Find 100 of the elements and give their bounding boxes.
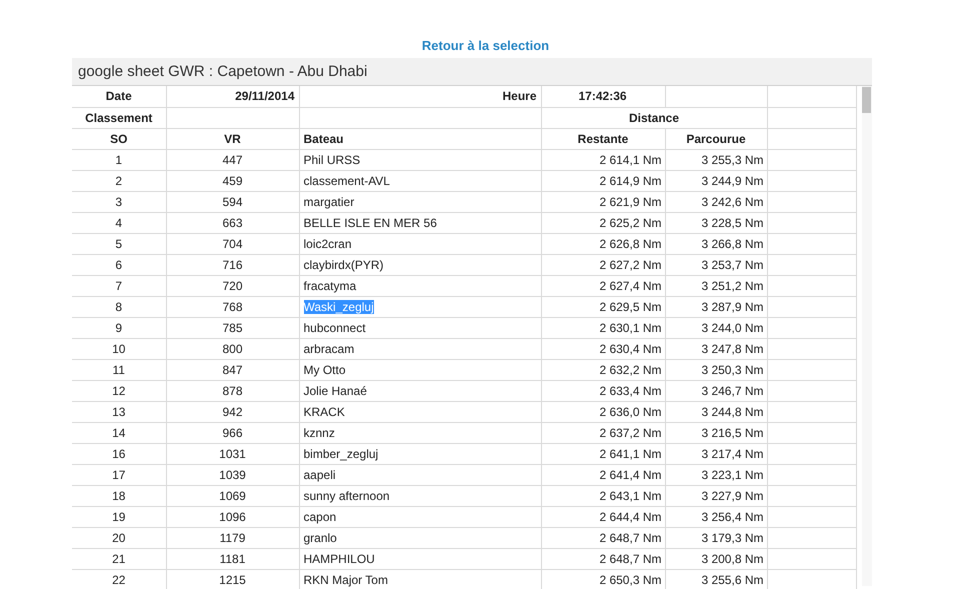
table-cell: 18 — [72, 485, 166, 506]
table-cell: 3 255,3 Nm — [665, 149, 767, 170]
table-cell: 2 636,0 Nm — [541, 401, 665, 422]
table-cell: 3 179,3 Nm — [665, 527, 767, 548]
boat-name: kznnz — [304, 426, 335, 440]
table-cell: 1039 — [166, 464, 299, 485]
table-cell: 2 627,4 Nm — [541, 275, 665, 296]
table-cell: 3 244,8 Nm — [665, 401, 767, 422]
table-cell: 17 — [72, 464, 166, 485]
table-cell: 3 223,1 Nm — [665, 464, 767, 485]
back-link[interactable]: Retour à la selection — [422, 36, 550, 56]
table-cell: 768 — [166, 296, 299, 317]
table-cell: 3 255,6 Nm — [665, 569, 767, 589]
table-cell: 847 — [166, 359, 299, 380]
table-cell: 2 627,2 Nm — [541, 254, 665, 275]
table-cell: 878 — [166, 380, 299, 401]
table-cell: 6 — [72, 254, 166, 275]
table-cell: 2 614,1 Nm — [541, 149, 665, 170]
table-cell: 10 — [72, 338, 166, 359]
table-cell: 17:42:36 — [541, 86, 665, 107]
table-cell: 2 648,7 Nm — [541, 548, 665, 569]
table-cell: 2 — [72, 170, 166, 191]
boat-name: claybirdx(PYR) — [304, 258, 384, 272]
boat-name: HAMPHILOU — [304, 552, 375, 566]
table-cell: 3 266,8 Nm — [665, 233, 767, 254]
boat-name: BELLE ISLE EN MER 56 — [304, 216, 437, 230]
table-cell: 3 217,4 Nm — [665, 443, 767, 464]
table-cell: 2 643,1 Nm — [541, 485, 665, 506]
table-cell: 3 246,7 Nm — [665, 380, 767, 401]
boat-name: capon — [304, 510, 336, 524]
table-cell: 2 650,3 Nm — [541, 569, 665, 589]
table-cell: 3 227,9 Nm — [665, 485, 767, 506]
table-cell: 11 — [72, 359, 166, 380]
table-cell: 2 637,2 Nm — [541, 422, 665, 443]
table-cell: 2 644,4 Nm — [541, 506, 665, 527]
table-cell: 2 633,4 Nm — [541, 380, 665, 401]
table-cell: 1096 — [166, 506, 299, 527]
table-cell: 3 250,3 Nm — [665, 359, 767, 380]
table-cell: 942 — [166, 401, 299, 422]
table-cell: 14 — [72, 422, 166, 443]
table-cell: 2 630,1 Nm — [541, 317, 665, 338]
column-header: Parcourue — [665, 128, 767, 149]
boat-name: arbracam — [304, 342, 354, 356]
boat-name: KRACK — [304, 404, 345, 418]
boat-name: RKN Major Tom — [304, 572, 388, 586]
table-cell: 1181 — [166, 548, 299, 569]
boat-name: hubconnect — [304, 320, 366, 334]
boat-name: bimber_zegluj — [304, 446, 378, 460]
table-cell: 2 630,4 Nm — [541, 338, 665, 359]
table-cell: 594 — [166, 191, 299, 212]
table-cell: 785 — [166, 317, 299, 338]
table-cell: 13 — [72, 401, 166, 422]
table-cell: 663 — [166, 212, 299, 233]
table-cell: 447 — [166, 149, 299, 170]
table-cell: 1069 — [166, 485, 299, 506]
table-cell: 1179 — [166, 527, 299, 548]
table-cell: Heure — [299, 86, 541, 107]
table-cell: 3 216,5 Nm — [665, 422, 767, 443]
sheet-title-bar: google sheet GWR : Capetown - Abu Dhabi — [72, 58, 872, 86]
table-cell: 800 — [166, 338, 299, 359]
scrollbar[interactable] — [862, 86, 872, 586]
table-cell: 720 — [166, 275, 299, 296]
table-cell: 8 — [72, 296, 166, 317]
table-cell: 3 253,7 Nm — [665, 254, 767, 275]
column-header: VR — [166, 128, 299, 149]
table-cell: 966 — [166, 422, 299, 443]
boat-name: aapeli — [304, 468, 336, 482]
table-cell: 2 648,7 Nm — [541, 527, 665, 548]
table-cell: 1031 — [166, 443, 299, 464]
boat-name: classement-AVL — [304, 174, 390, 188]
table-cell: Distance — [541, 107, 767, 128]
table-cell: 1215 — [166, 569, 299, 589]
boat-name: loic2cran — [304, 236, 352, 250]
table-cell: 459 — [166, 170, 299, 191]
column-header: Bateau — [299, 128, 541, 149]
boat-name: Waski_zegluj — [304, 300, 374, 314]
boat-name: Phil URSS — [304, 152, 360, 166]
table-cell: 3 — [72, 191, 166, 212]
table-cell: 20 — [72, 527, 166, 548]
table-cell: 3 228,5 Nm — [665, 212, 767, 233]
table-cell: 716 — [166, 254, 299, 275]
table-cell: 3 200,8 Nm — [665, 548, 767, 569]
table-cell: 16 — [72, 443, 166, 464]
table-cell: 3 256,4 Nm — [665, 506, 767, 527]
table-cell: 12 — [72, 380, 166, 401]
column-header: SO — [72, 128, 166, 149]
boat-name: fracatyma — [304, 278, 356, 292]
boat-name: margatier — [304, 194, 354, 208]
table-cell: 3 242,6 Nm — [665, 191, 767, 212]
table-cell: Classement — [72, 107, 166, 128]
table-cell: 1 — [72, 149, 166, 170]
table-cell: 7 — [72, 275, 166, 296]
table-cell: 9 — [72, 317, 166, 338]
table-cell: 3 244,9 Nm — [665, 170, 767, 191]
boat-name: granlo — [304, 530, 337, 544]
table-cell: 2 641,4 Nm — [541, 464, 665, 485]
table-cell: 2 632,2 Nm — [541, 359, 665, 380]
table-cell: 3 244,0 Nm — [665, 317, 767, 338]
table-cell: 2 641,1 Nm — [541, 443, 665, 464]
table-cell: 2 625,2 Nm — [541, 212, 665, 233]
